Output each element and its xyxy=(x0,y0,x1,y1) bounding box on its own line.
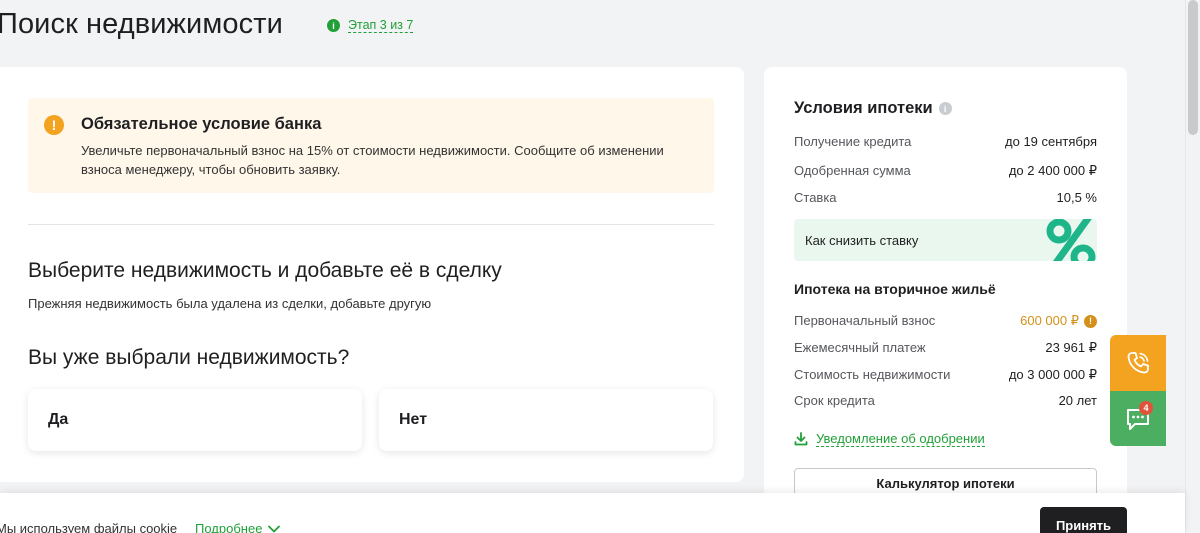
warning-icon[interactable]: ! xyxy=(1084,314,1097,328)
call-button[interactable] xyxy=(1110,335,1166,391)
cookie-accept-button[interactable]: Принять xyxy=(1040,507,1127,533)
cookie-text: Мы используем файлы cookie xyxy=(0,521,178,533)
section-subtitle: Прежняя недвижимость была удалена из сде… xyxy=(28,296,432,311)
approval-notice-link[interactable]: Уведомление об одобрении xyxy=(794,431,985,447)
exclamation-icon: ! xyxy=(44,115,64,135)
detail-row: Ежемесячный платеж 23 961 ₽ xyxy=(794,340,1097,356)
question-title: Вы уже выбрали недвижимость? xyxy=(28,346,350,369)
row-value: до 19 сентября xyxy=(1005,134,1097,149)
row-label: Ставка xyxy=(794,190,837,205)
approval-notice-label: Уведомление об одобрении xyxy=(816,431,985,447)
page-title: Поиск недвижимости xyxy=(0,8,283,40)
row-value: до 3 000 000 ₽ xyxy=(1008,367,1097,382)
stage-link[interactable]: Этап 3 из 7 xyxy=(348,18,414,33)
cookie-more-link[interactable]: Подробнее xyxy=(195,521,281,533)
row-value: до 2 400 000 ₽ xyxy=(1008,163,1097,178)
row-label: Срок кредита xyxy=(794,393,875,408)
mortgage-row: Ставка 10,5 % xyxy=(794,190,1097,205)
chat-button[interactable]: 4 xyxy=(1110,391,1166,446)
row-label: Ежемесячный платеж xyxy=(794,340,926,355)
row-label: Получение кредита xyxy=(794,134,912,149)
alert-title: Обязательное условие банка xyxy=(81,115,322,133)
row-label: Стоимость недвижимости xyxy=(794,367,951,382)
divider xyxy=(28,224,714,225)
mortgage-conditions-card: Условия ипотеки i Получение кредита до 1… xyxy=(764,67,1127,507)
mortgage-title: Условия ипотеки xyxy=(794,99,933,117)
stage-indicator: i Этап 3 из 7 xyxy=(327,18,414,33)
detail-row: Стоимость недвижимости до 3 000 000 ₽ xyxy=(794,367,1097,383)
main-card: ! Обязательное условие банка Увеличьте п… xyxy=(0,67,744,482)
cookie-bar: Мы используем файлы cookie Подробнее При… xyxy=(0,493,1185,533)
row-label: Первоначальный взнос xyxy=(794,313,936,328)
chevron-down-icon xyxy=(268,525,281,532)
row-label: Одобренная сумма xyxy=(794,163,911,178)
row-value: 10,5 % xyxy=(1056,190,1097,205)
row-value: 23 961 ₽ xyxy=(1045,340,1097,355)
down-payment-value: 600 000 ₽ xyxy=(1020,313,1079,328)
mortgage-type-title: Ипотека на вторичное жильё xyxy=(794,281,996,297)
section-title: Выберите недвижимость и добавьте её в сд… xyxy=(28,259,502,282)
mortgage-row: Получение кредита до 19 сентября xyxy=(794,134,1097,149)
lower-rate-banner[interactable]: Как снизить ставку xyxy=(794,219,1097,261)
scrollbar-thumb[interactable] xyxy=(1188,0,1198,135)
mortgage-row: Одобренная сумма до 2 400 000 ₽ xyxy=(794,163,1097,179)
row-value: 20 лет xyxy=(1058,393,1097,408)
rate-banner-label: Как снизить ставку xyxy=(805,233,919,248)
download-icon xyxy=(794,432,808,446)
mortgage-title-wrap: Условия ипотеки i xyxy=(794,99,952,118)
chat-unread-badge: 4 xyxy=(1139,401,1153,415)
info-icon[interactable]: i xyxy=(938,102,952,115)
percent-icon xyxy=(1046,219,1096,261)
row-value: 600 000 ₽ ! xyxy=(1020,313,1097,329)
bank-condition-alert: ! Обязательное условие банка Увеличьте п… xyxy=(28,98,714,193)
choice-no-button[interactable]: Нет xyxy=(379,389,713,451)
detail-row: Срок кредита 20 лет xyxy=(794,393,1097,408)
phone-icon xyxy=(1127,352,1149,374)
cookie-more-label: Подробнее xyxy=(195,521,263,533)
choice-yes-button[interactable]: Да xyxy=(28,389,362,451)
detail-row: Первоначальный взнос 600 000 ₽ ! xyxy=(794,313,1097,329)
alert-text: Увеличьте первоначальный взнос на 15% от… xyxy=(81,143,664,177)
info-icon: i xyxy=(327,19,340,32)
